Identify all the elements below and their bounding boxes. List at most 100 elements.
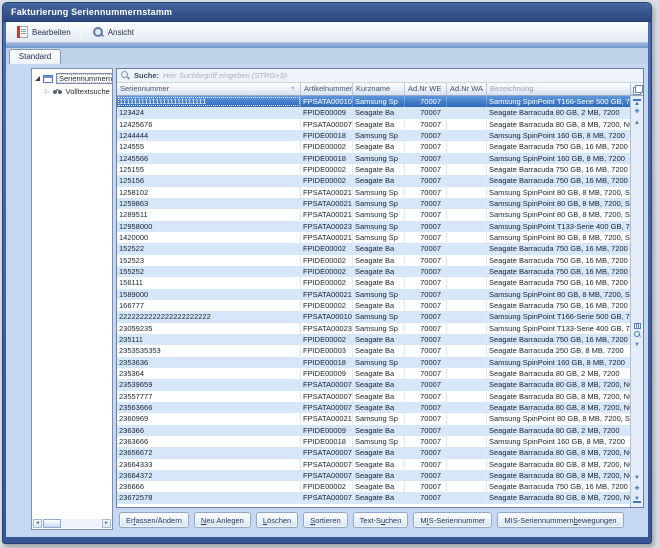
grid-magnifier-icon[interactable] [634, 331, 641, 338]
table-row[interactable]: 23664333FPSATA00007Seagate Ba70007Seagat… [117, 459, 630, 470]
cell-seriennummer: 156111 [117, 277, 301, 288]
cell-kurzname: Samsung Sp [353, 357, 405, 368]
cell-adnr_wa [447, 470, 487, 481]
table-row[interactable]: 23563666FPSATA00007Seagate Ba70007Seagat… [117, 402, 630, 413]
cell-kurzname: Seagate Ba [353, 459, 405, 470]
scroll-down-icon[interactable]: ▼ [631, 473, 643, 484]
cell-kurzname: Samsung Sp [353, 311, 405, 322]
table-row[interactable]: 1289511FPSATA00021Samsung Sp70007Samsung… [117, 209, 630, 220]
scrollbar-thumb[interactable] [43, 519, 61, 528]
column-header-bezeichnung[interactable]: Bezeichnung [487, 83, 630, 95]
cell-adnr_wa [447, 107, 487, 118]
cell-adnr_wa [447, 96, 487, 107]
footer-button-text-suchen[interactable]: Text-Suchen [353, 512, 409, 528]
table-row[interactable]: 12425676FPSATA00007Seagate Ba70007Seagat… [117, 119, 630, 130]
footer-button-neu-anlegen[interactable]: Neu Anlegen [194, 512, 251, 528]
table-row[interactable]: 1259863FPSATA00021Samsung Sp70007Samsung… [117, 198, 630, 209]
cell-kurzname: Samsung Sp [353, 221, 405, 232]
cell-adnr_we: 70007 [405, 141, 447, 152]
table-row[interactable]: 2353535353FPIDE00003Seagate Ba70007Seaga… [117, 345, 630, 356]
scroll-plus-icon[interactable]: ✚ [631, 484, 643, 495]
table-row[interactable]: 23059235FPSATA00023Samsung Sp70007Samsun… [117, 323, 630, 334]
cell-kurzname: Samsung Sp [353, 413, 405, 424]
column-header-adnr-wa[interactable]: Ad.Nr WA [447, 83, 487, 95]
table-row[interactable]: 23672578FPSATA00007Seagate Ba70007Seagat… [117, 492, 630, 503]
scroll-bottom-icon[interactable]: ▼ [633, 495, 641, 503]
footer-button-sortieren[interactable]: Sortieren [303, 512, 347, 528]
scroll-up-icon[interactable]: ▲ [631, 118, 643, 129]
column-header-artikelnummer[interactable]: Artikelnummer [301, 83, 353, 95]
cell-adnr_we: 70007 [405, 266, 447, 277]
table-row[interactable]: 236366FPIDE00009Seagate Ba70007Seagate B… [117, 425, 630, 436]
tab-page: Seriennummernauswahl ▷ Volltextsuche ◄ ► [6, 64, 648, 537]
table-row[interactable]: 1258102FPSATA00021Samsung Sp70007Samsung… [117, 187, 630, 198]
tree-item-seriennummernauswahl[interactable]: Seriennummernauswahl [32, 72, 112, 85]
scroll-plus-icon[interactable]: ✚ [631, 107, 643, 118]
table-row[interactable]: 2222222222222222222222FPSATA00010Samsung… [117, 311, 630, 322]
scroll-left-icon[interactable]: ◄ [33, 519, 42, 528]
cell-adnr_we: 70007 [405, 379, 447, 390]
column-chooser-button[interactable] [631, 83, 643, 96]
cell-adnr_wa [447, 323, 487, 334]
cell-artikelnummer: FPIDE00002 [301, 300, 353, 311]
table-row[interactable]: 23656672FPSATA00007Seagate Ba70007Seagat… [117, 447, 630, 458]
table-row[interactable]: 23539659FPSATA00007Seagate Ba70007Seagat… [117, 379, 630, 390]
tab-standard[interactable]: Standard [9, 49, 61, 64]
cell-seriennummer: 152523 [117, 255, 301, 266]
table-row[interactable]: 23664372FPSATA00007Seagate Ba70007Seagat… [117, 470, 630, 481]
table-row[interactable]: 1244444FPIDE00018Samsung Sp70007Samsung … [117, 130, 630, 141]
table-row[interactable]: 12958000FPSATA00023Samsung Sp70007Samsun… [117, 221, 630, 232]
tree-expanded-icon[interactable] [35, 76, 40, 81]
tree-collapsed-icon[interactable]: ▷ [45, 89, 50, 95]
table-row[interactable]: 236666FPIDE00002Seagate Ba70007Seagate B… [117, 481, 630, 492]
table-row[interactable]: 235364FPIDE00009Seagate Ba70007Seagate B… [117, 368, 630, 379]
cell-artikelnummer: FPSATA00007 [301, 402, 353, 413]
table-row[interactable]: 124555FPIDE00002Seagate Ba70007Seagate B… [117, 141, 630, 152]
column-header-adnr-we[interactable]: Ad.Nr WE [405, 83, 447, 95]
cell-artikelnummer: FPSATA00007 [301, 391, 353, 402]
cell-adnr_we: 70007 [405, 368, 447, 379]
scroll-top-icon[interactable]: ▲ [633, 99, 641, 107]
column-header-seriennummer[interactable]: Seriennummer▼ [117, 83, 301, 95]
cell-adnr_wa [447, 175, 487, 186]
table-row[interactable]: 125155FPIDE00002Seagate Ba70007Seagate B… [117, 164, 630, 175]
cell-seriennummer: 155252 [117, 266, 301, 277]
cell-adnr_we: 70007 [405, 345, 447, 356]
grid-search-bar[interactable]: Suche: Hier Suchbegriff eingeben (STRG+S… [117, 69, 643, 83]
table-row[interactable]: 152523FPIDE00002Seagate Ba70007Seagate B… [117, 255, 630, 266]
table-row[interactable]: 1420000FPSATA00021Samsung Sp70007Samsung… [117, 232, 630, 243]
table-row[interactable]: 123424FPIDE00009Seagate Ba70007Seagate B… [117, 107, 630, 118]
column-header-kurzname[interactable]: Kurzname [353, 83, 405, 95]
cell-kurzname: Samsung Sp [353, 232, 405, 243]
cell-adnr_wa [447, 164, 487, 175]
table-row[interactable]: 2363666FPIDE00018Samsung Sp70007Samsung … [117, 436, 630, 447]
tree-horizontal-scrollbar[interactable]: ◄ ► [33, 519, 111, 528]
cell-bezeichnung: Samsung SpinPoint 80 GB, 8 MB, 7200, S-A [487, 198, 630, 209]
table-row[interactable]: 2360969FPSATA00021Samsung Sp70007Samsung… [117, 413, 630, 424]
scroll-filter-icon[interactable]: ▼ [631, 340, 643, 351]
table-row[interactable]: 155252FPIDE00002Seagate Ba70007Seagate B… [117, 266, 630, 277]
cell-adnr_we: 70007 [405, 232, 447, 243]
table-row[interactable]: 152522FPIDE00002Seagate Ba70007Seagate B… [117, 243, 630, 254]
footer-button-erfassen-ändern[interactable]: Erfassen/Ändern [119, 512, 189, 528]
table-row[interactable]: 235111FPIDE00002Seagate Ba70007Seagate B… [117, 334, 630, 345]
footer-button-mis-seriennummer[interactable]: MIS-Seriennummer [413, 512, 492, 528]
ansicht-button[interactable]: Ansicht [85, 24, 141, 41]
cell-bezeichnung: Samsung SpinPoint 160 GB, 8 MB, 7200 [487, 357, 630, 368]
table-row[interactable]: 111111111111111111111111FPSATA00010Samsu… [117, 96, 630, 107]
footer-button-mis-seriennummernbewegungen[interactable]: MIS-Seriennummernbewegungen [497, 512, 623, 528]
bearbeiten-button[interactable]: Bearbeiten [10, 24, 78, 41]
cell-bezeichnung: Seagate Barracuda 80 GB, 8 MB, 7200, NCQ [487, 402, 630, 413]
table-row[interactable]: 156111FPIDE00002Seagate Ba70007Seagate B… [117, 277, 630, 288]
table-row[interactable]: 1245566FPIDE00018Samsung Sp70007Samsung … [117, 153, 630, 164]
columns-icon[interactable] [634, 323, 641, 329]
table-row[interactable]: 23557777FPSATA00007Seagate Ba70007Seagat… [117, 391, 630, 402]
table-row[interactable]: 2353636FPIDE00018Samsung Sp70007Samsung … [117, 357, 630, 368]
cell-adnr_we: 70007 [405, 175, 447, 186]
table-row[interactable]: 166777FPIDE00002Seagate Ba70007Seagate B… [117, 300, 630, 311]
table-row[interactable]: 125156FPIDE00002Seagate Ba70007Seagate B… [117, 175, 630, 186]
scroll-right-icon[interactable]: ► [102, 519, 111, 528]
tree-item-volltextsuche[interactable]: ▷ Volltextsuche [32, 85, 112, 98]
footer-button-löschen[interactable]: Löschen [256, 512, 298, 528]
table-row[interactable]: 1589000FPSATA00021Samsung Sp70007Samsung… [117, 289, 630, 300]
